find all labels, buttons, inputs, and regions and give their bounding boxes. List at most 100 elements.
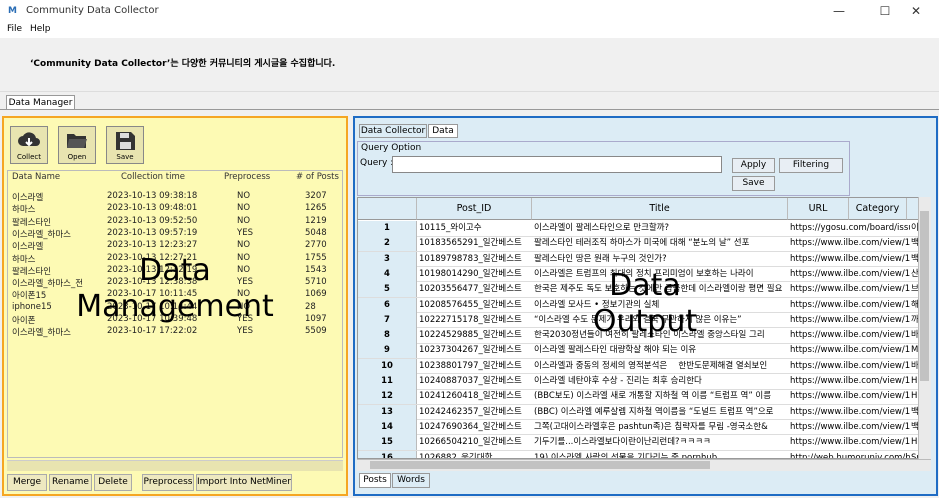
cell-post-id: 10242462357_일간베스트 <box>419 406 522 417</box>
col-header-post-id[interactable]: Post_ID <box>417 198 532 220</box>
save-button[interactable]: Save <box>106 126 144 164</box>
table-row[interactable]: 9 10237304267_일간베스트 이스라엘 팔레스타인 대량학살 해야 되는 … <box>358 343 930 359</box>
table-row[interactable]: 3 10189798783_일간베스트 팔레스타인 땅은 원래 누구의 것인가? ht… <box>358 251 930 268</box>
list-item[interactable]: 하마스 2023-10-13 09:48:01 NO 1265 <box>12 203 342 215</box>
list-item[interactable]: 이스라엘 2023-10-13 12:23:27 NO 2770 <box>12 240 342 252</box>
cell-pre: NO <box>237 203 251 214</box>
list-item[interactable]: 이스라엘_하마스 2023-10-17 17:22:02 YES 5509 <box>12 326 342 338</box>
query-label: Query : <box>360 158 394 168</box>
cell-num: 5 <box>358 282 417 298</box>
cell-num: 6 <box>358 297 417 313</box>
overlay-line: Management <box>76 289 274 324</box>
query-group-label: Query Option <box>361 143 422 153</box>
cell-num: 2 <box>358 236 417 252</box>
tab-words[interactable]: Words <box>392 473 430 488</box>
col-header-category[interactable]: Category <box>849 198 907 220</box>
list-item[interactable]: 이스라엘_하마스 2023-10-13 09:57:19 YES 5048 <box>12 228 342 240</box>
preprocess-button[interactable]: Preprocess <box>142 474 194 491</box>
delete-button[interactable]: Delete <box>94 474 132 491</box>
banner-text: ‘Community Data Collector’는 다양한 커뮤니티의 게시… <box>30 59 336 69</box>
col-header-title[interactable]: Title <box>532 198 788 220</box>
grid-row-header <box>358 198 417 220</box>
tab-data-manager[interactable]: Data Manager <box>6 95 75 110</box>
tab-data-collector[interactable]: Data Collector <box>359 124 427 138</box>
cell-post-id: 10222715178_일간베스트 <box>419 314 522 325</box>
apply-button[interactable]: Apply <box>732 158 775 173</box>
cell-post-id: 10247690364_일간베스트 <box>419 421 522 432</box>
col-header-collection-time[interactable]: Collection time <box>121 172 185 182</box>
cell-time: 2023-10-13 09:48:01 <box>107 203 198 214</box>
cell-post-id: 10240887037_일간베스트 <box>419 376 522 386</box>
query-input[interactable] <box>392 156 722 173</box>
cell-title: 그쪽(고대이스라엘후은 pashtun족)은 침략자를 무림 -영국소한& <box>534 421 768 432</box>
cell-num: 14 <box>358 419 417 435</box>
cell-time: 2023-10-13 09:52:50 <box>107 215 198 226</box>
cell-posts: 1265 <box>305 203 327 214</box>
cell-num: 1 <box>358 221 417 236</box>
table-row[interactable]: 11 10240887037_일간베스트 이스라엘 네탄야후 수상 - 진리는 최후… <box>358 374 930 390</box>
tab-data[interactable]: Data <box>428 124 458 138</box>
cell-name: 팔레스타인 <box>12 217 52 228</box>
grid-vertical-scroll-thumb[interactable] <box>920 211 929 381</box>
cell-posts: 5048 <box>305 227 327 238</box>
cell-url: https://www.ilbe.com/view/1 <box>790 314 910 325</box>
list-item[interactable]: 이스라엘 2023-10-13 09:38:18 NO 3207 <box>12 191 342 203</box>
table-row[interactable]: 14 10247690364_일간베스트 그쪽(고대이스라엘후은 pashtun족)… <box>358 419 930 436</box>
cell-post-id: 10183565291_일간베스트 <box>419 238 522 249</box>
list-item[interactable]: 팔레스타인 2023-10-13 09:52:50 NO 1219 <box>12 216 342 228</box>
table-row[interactable]: 16 1026882_웃긴대학 19) 이스라엘 사람의 선물을 기다리는 중.po… <box>358 450 930 459</box>
cell-name: 이스라엘_하마스 <box>12 328 71 339</box>
table-row[interactable]: 13 10242462357_일간베스트 (BBC) 이스라엘 예루살렘 지하철 역… <box>358 404 930 421</box>
filtering-button[interactable]: Filtering <box>779 158 843 173</box>
cell-pre: NO <box>237 215 251 226</box>
cell-url: https://www.ilbe.com/view/1 <box>790 284 910 295</box>
table-row[interactable]: 1 10115_와이고수 이스라엘이 팔레스타인으로 만크할까? https://yg… <box>358 221 930 237</box>
collect-label: Collect <box>17 153 41 161</box>
col-header-url[interactable]: URL <box>788 198 849 220</box>
table-row[interactable]: 2 10183565291_일간베스트 팔레스타인 테러조직 하마스가 미국에 대해… <box>358 236 930 252</box>
cell-url: https://www.ilbe.com/view/1 <box>790 345 910 356</box>
menu-file[interactable]: File <box>7 24 22 34</box>
cell-num: 12 <box>358 389 417 405</box>
cell-num: 16 <box>358 450 417 458</box>
import-netminer-button[interactable]: Import Into NetMiner <box>196 474 292 491</box>
cell-post-id: 10224529885_일간베스트 <box>419 330 522 341</box>
cell-title: 기두기를...이스라엘보다이란이난리런데?ㅋㅋㅋㅋ <box>534 437 711 448</box>
window-title: Community Data Collector <box>26 5 159 16</box>
cell-url: https://www.ilbe.com/view/1 <box>790 330 910 341</box>
cell-post-id: 10237304267_일간베스트 <box>419 345 522 356</box>
data-list-scrollbar[interactable] <box>7 460 343 471</box>
collect-button[interactable]: Collect <box>10 126 48 164</box>
open-button[interactable]: Open <box>58 126 96 164</box>
cell-num: 4 <box>358 266 417 282</box>
close-button[interactable]: ✕ <box>893 0 939 22</box>
grid-horizontal-scroll-thumb[interactable] <box>370 461 710 469</box>
cell-num: 13 <box>358 404 417 420</box>
cell-num: 15 <box>358 435 417 451</box>
col-header-posts[interactable]: # of Posts <box>296 172 339 182</box>
col-header-data-name[interactable]: Data Name <box>12 172 60 182</box>
cell-posts: 1219 <box>305 215 327 226</box>
menu-help[interactable]: Help <box>30 24 51 34</box>
col-header-preprocess[interactable]: Preprocess <box>224 172 270 182</box>
app-logo-icon: M <box>8 6 17 16</box>
cell-post-id: 10198014290_일간베스트 <box>419 268 522 279</box>
tab-posts[interactable]: Posts <box>359 473 391 488</box>
save-label: Save <box>116 153 134 161</box>
merge-button[interactable]: Merge <box>7 474 47 491</box>
cell-post-id: 1026882_웃긴대학 <box>419 452 493 459</box>
overlay-line: Output <box>592 304 698 339</box>
minimize-button[interactable]: — <box>816 0 862 22</box>
cell-url: https://www.ilbe.com/view/1 <box>790 437 910 448</box>
cell-title: 이스라엘 네탄야후 수상 - 진리는 최후 승리한다 <box>534 376 702 386</box>
cell-url: http://web.humoruniv.com/b <box>790 452 910 459</box>
cell-name: 이스라엘 <box>12 242 44 253</box>
query-save-button[interactable]: Save <box>732 176 775 191</box>
cell-posts: 2770 <box>305 240 327 251</box>
rename-button[interactable]: Rename <box>49 474 92 491</box>
cell-time: 2023-10-13 09:38:18 <box>107 191 198 201</box>
table-row[interactable]: 10 10238801797_일간베스트 이스라엘과 중동의 정세의 영적분석은 한… <box>358 358 930 375</box>
table-row[interactable]: 12 10241260418_일간베스트 (BBC보도) 이스라엘 새로 개통할 지… <box>358 389 930 405</box>
cell-url: https://www.ilbe.com/view/1 <box>790 360 910 371</box>
table-row[interactable]: 15 10266504210_일간베스트 기두기를...이스라엘보다이란이난리런데?… <box>358 435 930 451</box>
